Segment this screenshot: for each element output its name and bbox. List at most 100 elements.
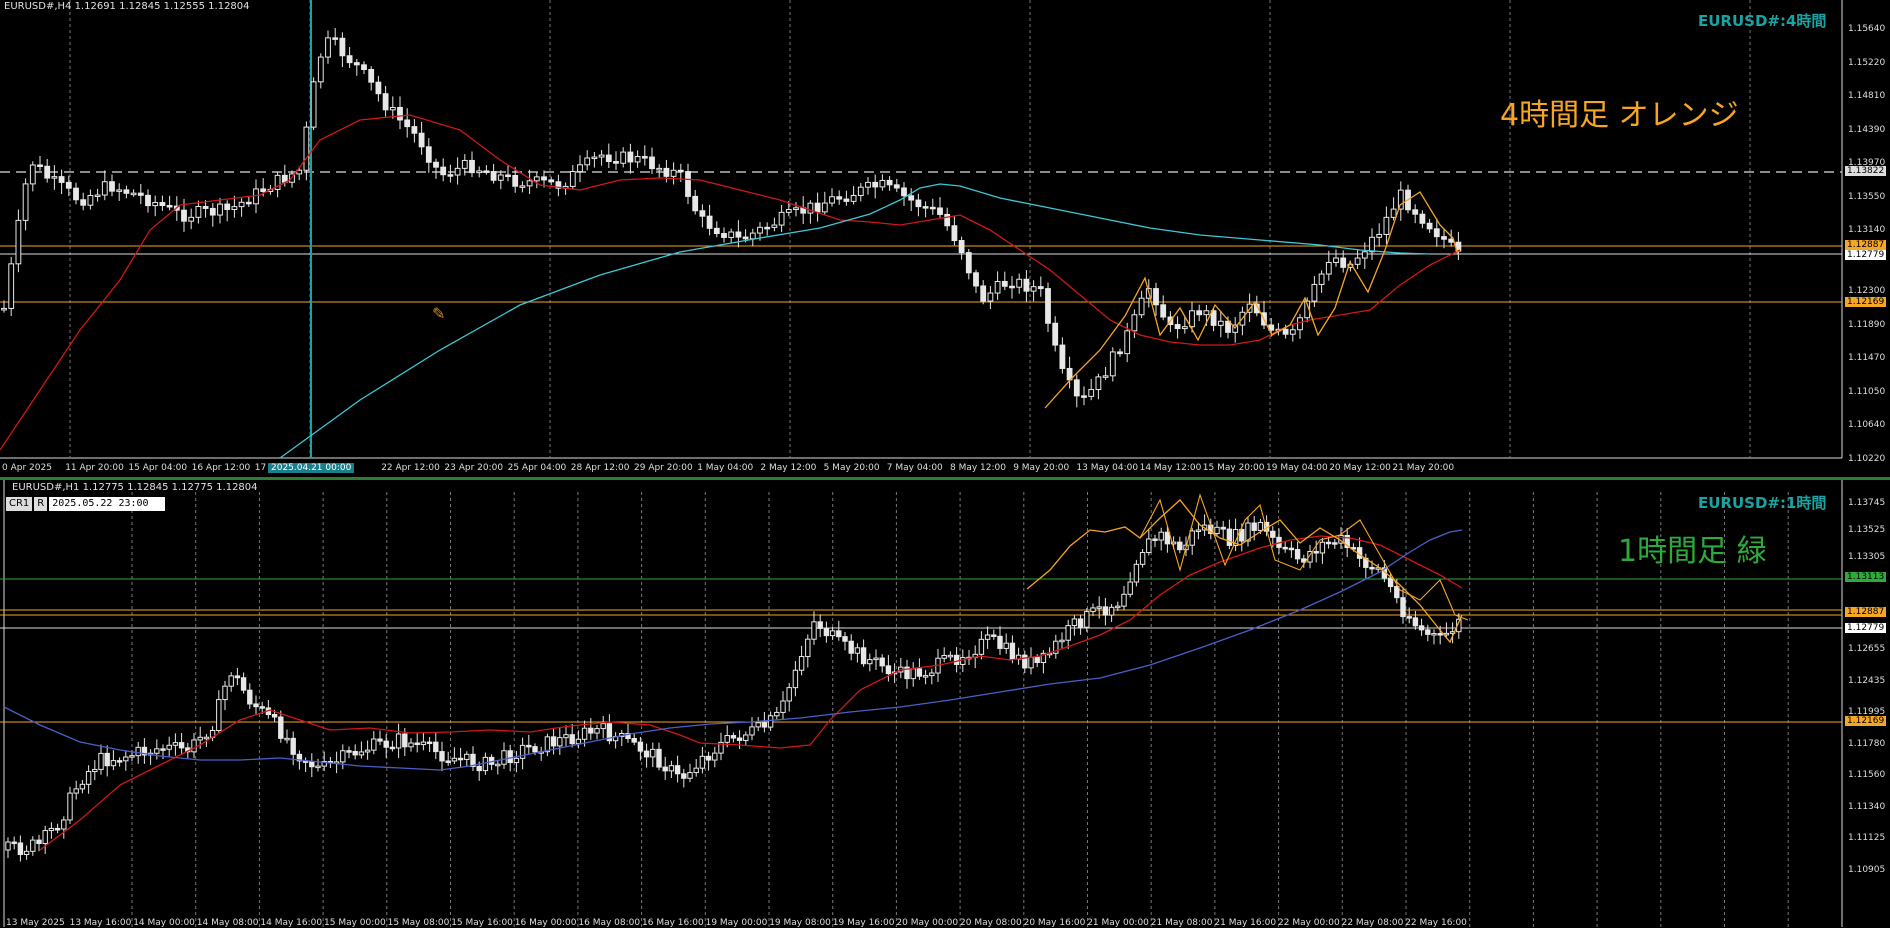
h4-candle-body: [1001, 281, 1008, 287]
h1-candle-body: [1220, 526, 1226, 530]
h4-dashed-line-price: 1.13822: [1845, 166, 1887, 176]
h1-candle-body: [1431, 633, 1437, 636]
h4-candle-body: [1333, 257, 1339, 263]
h4-candle-body: [469, 159, 475, 174]
h4-candle-body: [37, 164, 43, 168]
h1-candle-body: [457, 757, 464, 761]
h4-price-tick: 1.12300: [1848, 286, 1886, 296]
h4-candle-body: [591, 156, 598, 160]
h4-candle-body: [317, 56, 324, 83]
h1-candle-body: [699, 755, 706, 769]
h1-candle-body: [724, 735, 730, 743]
h4-candle-body: [80, 199, 87, 206]
h1-candle-body: [637, 741, 644, 752]
h4-candle-body: [1383, 216, 1390, 235]
h1-candle-body: [1270, 530, 1276, 538]
h1-candle-body: [464, 753, 470, 760]
h4-watermark: EURUSD#:4時間: [1698, 12, 1827, 30]
h1-candle-body: [358, 751, 365, 756]
h1-candle-body: [1226, 528, 1233, 546]
h4-candle-body: [152, 202, 159, 207]
h4-chart-pane[interactable]: EURUSD#,H4 1.12691 1.12845 1.12555 1.128…: [0, 0, 1890, 478]
h4-candle-body: [447, 174, 454, 177]
h1-candle-body: [736, 737, 743, 741]
h1-candle-body: [867, 659, 873, 665]
h1-price-tick: 1.13525: [1848, 525, 1886, 535]
h4-candle-body: [325, 37, 331, 58]
h4-candle-body: [598, 154, 605, 158]
h1-current-price: 1.12779: [1845, 623, 1887, 633]
h4-candle-body: [101, 181, 108, 196]
h4-candle-body: [951, 225, 958, 242]
h1-candle-body: [1034, 656, 1040, 664]
h1-candle-body: [11, 841, 17, 845]
h1-candle-body: [116, 760, 123, 763]
h1-candle-body: [575, 738, 582, 745]
h4-candle-body: [987, 292, 994, 302]
h4-candle-body: [361, 64, 367, 70]
h1-candle-body: [1133, 563, 1140, 583]
h4-candle-body: [454, 167, 461, 176]
h1-price-tick: 1.11125: [1848, 833, 1886, 843]
h1-candle-body: [1084, 611, 1090, 628]
h4-price-tick: 1.10220: [1848, 453, 1886, 464]
h4-candle-body: [785, 209, 792, 213]
h1-orange-high-price: 1.12887: [1845, 607, 1887, 617]
h1-candle-body: [1325, 541, 1332, 545]
h4-price-tick: 1.13140: [1848, 225, 1886, 235]
r-label[interactable]: R: [34, 497, 48, 511]
h4-cursor-time-label: 2025.04.21 00:00: [268, 463, 355, 473]
h1-chart-canvas[interactable]: [0, 480, 1890, 927]
h1-candle-body: [786, 687, 792, 702]
h1-candle-body: [916, 668, 923, 677]
h4-candle-body: [533, 176, 540, 182]
h1-candle-body: [1214, 526, 1220, 535]
h1-candle-body: [1369, 566, 1375, 570]
h4-candle-body: [641, 156, 648, 159]
h4-chart-canvas[interactable]: [0, 0, 1890, 478]
h1-candle-body: [798, 656, 805, 671]
h1-candle-body: [811, 621, 817, 640]
h4-chart-header: EURUSD#,H4 1.12691 1.12845 1.12555 1.128…: [4, 1, 250, 12]
h4-candle-body: [685, 171, 691, 197]
h1-candle-body: [23, 850, 30, 855]
h1-candle-body: [860, 647, 867, 665]
h4-candle-body: [159, 202, 166, 207]
h1-orange-low-price: 1.12169: [1845, 716, 1887, 726]
h1-candle-body: [1152, 538, 1158, 541]
h4-candle-body: [512, 175, 519, 187]
pencil-icon[interactable]: ✎: [432, 304, 445, 323]
h4-candle-body: [872, 181, 879, 188]
h1-candle-body: [408, 742, 414, 748]
h1-candle-body: [662, 766, 668, 772]
h4-candle-body: [605, 154, 612, 163]
h4-time-tick: 2 May 12:00: [760, 463, 817, 473]
h4-candle-body: [893, 184, 900, 189]
h4-candle-body: [757, 226, 763, 234]
h1-candle-body: [278, 716, 284, 739]
h1-candle-body: [1065, 625, 1071, 641]
h4-candle-body: [1369, 236, 1375, 253]
h1-candle-body: [222, 685, 228, 701]
h4-time-tick: 28 Apr 12:00: [570, 463, 630, 473]
h1-candle-body: [1115, 605, 1121, 609]
cr-label[interactable]: CR1: [6, 497, 33, 511]
h1-candle-body: [253, 703, 259, 708]
h1-chart-pane[interactable]: EURUSD#,H1 1.12775 1.12845 1.12775 1.128…: [0, 480, 1890, 928]
h1-candle-body: [823, 627, 830, 637]
h1-candle-body: [941, 654, 947, 659]
h1-candle-body: [643, 750, 650, 758]
h1-candle-body: [17, 842, 24, 855]
h4-candle-body: [663, 167, 670, 177]
h4-candle-body: [829, 196, 835, 204]
h4-candle-body: [1376, 233, 1383, 238]
h4-candle-body: [497, 174, 504, 181]
h4-candle-body: [461, 159, 468, 169]
h1-candle-body: [854, 647, 861, 654]
h4-candle-body: [476, 170, 483, 174]
h1-candle-body: [767, 715, 774, 728]
h4-candle-body: [1203, 310, 1210, 316]
h4-candle-body: [742, 236, 749, 240]
h1-candle-body: [402, 733, 408, 748]
h4-annotation-text: 4時間足 オレンジ: [1500, 98, 1739, 133]
